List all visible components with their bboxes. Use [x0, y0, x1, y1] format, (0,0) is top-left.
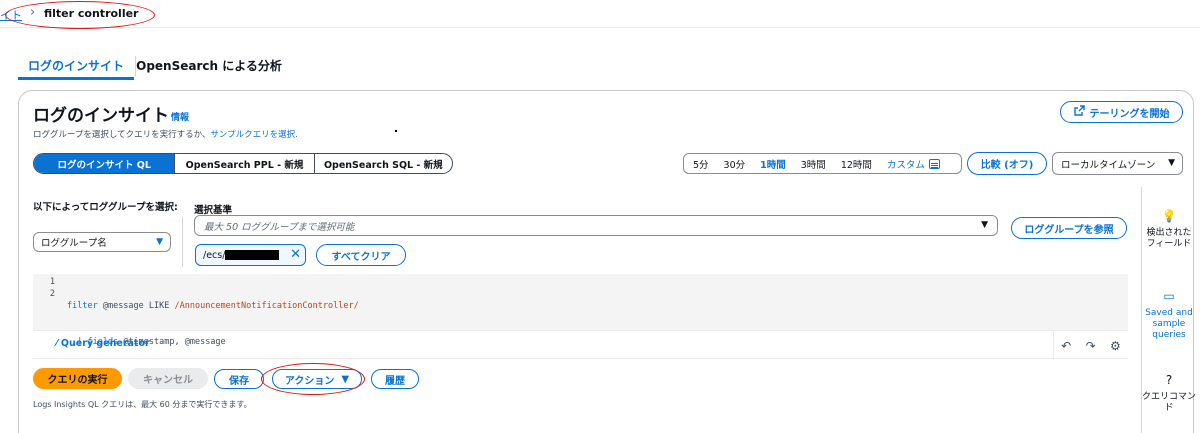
line-number: 2 [49, 289, 55, 299]
segment-logs-insights-ql[interactable]: ログのインサイト QL [34, 154, 175, 173]
breadcrumb-separator-icon: › [30, 5, 36, 20]
page-description: ロググループを選択してクエリを実行するか、サンプルクエリを選択. [33, 128, 298, 140]
browse-log-groups-button[interactable]: ロググループを参照 [1011, 217, 1127, 239]
cancel-button: キャンセル [128, 368, 208, 389]
breadcrumb-current: filter controller [44, 7, 139, 20]
caret-down-icon: ▼ [156, 237, 163, 247]
query-generator-label: Query generator [60, 338, 150, 349]
saved-queries-label: Saved and sample queries [1145, 308, 1193, 340]
undo-icon[interactable]: ↶ [1061, 339, 1071, 353]
time-option-30m[interactable]: 30分 [724, 157, 746, 171]
start-tailing-button[interactable]: テーリングを開始 [1060, 101, 1183, 123]
tab-logs-insights[interactable]: ログのインサイト [18, 50, 134, 80]
select-mode-label: 以下によってロググループを選択: [33, 202, 178, 213]
actions-dropdown-button[interactable]: アクション ▼ [272, 369, 362, 389]
query-container: ログのインサイト 情報 ロググループを選択してクエリを実行するか、サンプルクエリ… [18, 90, 1197, 433]
time-option-custom[interactable]: カスタム [887, 157, 925, 171]
history-button[interactable]: 履歴 [371, 369, 419, 389]
folder-icon: ▭ [1163, 289, 1175, 303]
saved-queries-item[interactable]: ▭ Saved and sample queries [1142, 289, 1196, 341]
side-panel: 💡 検出されたフィールド ▭ Saved and sample queries … [1141, 187, 1197, 433]
redacted-text [225, 250, 280, 260]
remove-token-icon[interactable]: ✕ [290, 247, 301, 262]
query-generator-button[interactable]: ⁄ Query generator [56, 338, 150, 349]
log-group-token-label: /ecs/ [203, 249, 226, 261]
divider [182, 217, 183, 267]
time-option-5m[interactable]: 5分 [693, 157, 709, 171]
time-option-1h[interactable]: 1時間 [760, 157, 786, 171]
code-keyword: filter [67, 301, 98, 311]
breadcrumb: イト › filter controller [0, 0, 1200, 28]
lightbulb-icon: 💡 [1161, 209, 1177, 223]
query-editor[interactable]: 1 2 filter @message LIKE /AnnouncementNo… [33, 274, 1128, 347]
discovered-fields-label: 検出されたフィールド [1146, 228, 1192, 249]
redo-icon[interactable]: ↷ [1086, 339, 1096, 353]
line-number: 1 [49, 277, 55, 287]
page-title: ログのインサイト [33, 106, 169, 126]
caret-down-icon: ▼ [341, 373, 350, 385]
code-line-1: filter @message LIKE /AnnouncementNotifi… [67, 300, 359, 312]
external-link-icon [1073, 105, 1085, 119]
start-tailing-label: テーリングを開始 [1089, 108, 1170, 120]
time-range-selector: 5分 30分 1時間 3時間 12時間 カスタム [683, 153, 962, 174]
actions-label: アクション [284, 375, 335, 387]
editor-footer: ⁄ Query generator ↶ ↷ ⚙ [33, 330, 1128, 360]
clear-all-button[interactable]: すべてクリア [316, 244, 406, 266]
run-query-button[interactable]: クエリの実行 [33, 368, 122, 389]
log-group-placeholder: 最大 50 ロググループまで選択可能 [204, 221, 355, 233]
code-regex: /AnnouncementNotificationController/ [174, 301, 359, 311]
query-time-limit-note: Logs Insights QL クエリは、最大 60 分まで実行できます。 [33, 400, 252, 409]
timezone-value: ローカルタイムゾーン [1061, 159, 1156, 171]
query-commands-item[interactable]: ? クエリコマンド [1142, 373, 1197, 414]
log-group-input[interactable]: 最大 50 ロググループまで選択可能 ▼ [194, 215, 998, 236]
settings-gear-icon[interactable]: ⚙ [1110, 339, 1121, 353]
tab-opensearch-analysis[interactable]: OpenSearch による分析 [136, 50, 282, 80]
description-text: ロググループを選択してクエリを実行するか、 [33, 130, 211, 140]
sparkle-icon: ⁄ [56, 338, 58, 349]
discovered-fields-item[interactable]: 💡 検出されたフィールド [1142, 209, 1196, 250]
select-mode-dropdown[interactable]: ロググループ名 ▼ [33, 232, 171, 252]
segment-opensearch-sql[interactable]: OpenSearch SQL - 新規 [313, 154, 452, 173]
stray-dot [395, 130, 397, 132]
help-icon: ? [1165, 373, 1173, 387]
breadcrumb-prev-link[interactable]: イト [0, 7, 22, 23]
compare-button[interactable]: 比較 (オフ) [967, 152, 1047, 175]
segment-opensearch-ppl[interactable]: OpenSearch PPL - 新規 [174, 154, 313, 173]
line-number-gutter: 1 2 [33, 274, 63, 330]
timezone-select[interactable]: ローカルタイムゾーン ▼ [1052, 152, 1183, 175]
editor-tools: ↶ ↷ ⚙ [1053, 331, 1128, 360]
calendar-icon[interactable] [928, 158, 940, 169]
time-option-12h[interactable]: 12時間 [841, 157, 872, 171]
code-text: @message LIKE [97, 301, 175, 311]
caret-down-icon: ▼ [981, 220, 988, 230]
caret-down-icon: ▼ [1168, 158, 1175, 168]
log-group-token: /ecs/ ✕ [195, 244, 306, 266]
info-link[interactable]: 情報 [171, 110, 189, 123]
query-commands-label: クエリコマンド [1142, 392, 1197, 413]
time-option-3h[interactable]: 3時間 [801, 157, 826, 171]
query-language-selector: ログのインサイト QL OpenSearch PPL - 新規 OpenSear… [33, 153, 453, 174]
criteria-label: 選択基準 [194, 205, 233, 216]
sample-query-link[interactable]: サンプルクエリを選択. [210, 130, 297, 140]
save-button[interactable]: 保存 [214, 369, 264, 389]
select-mode-value: ロググループ名 [41, 238, 107, 249]
